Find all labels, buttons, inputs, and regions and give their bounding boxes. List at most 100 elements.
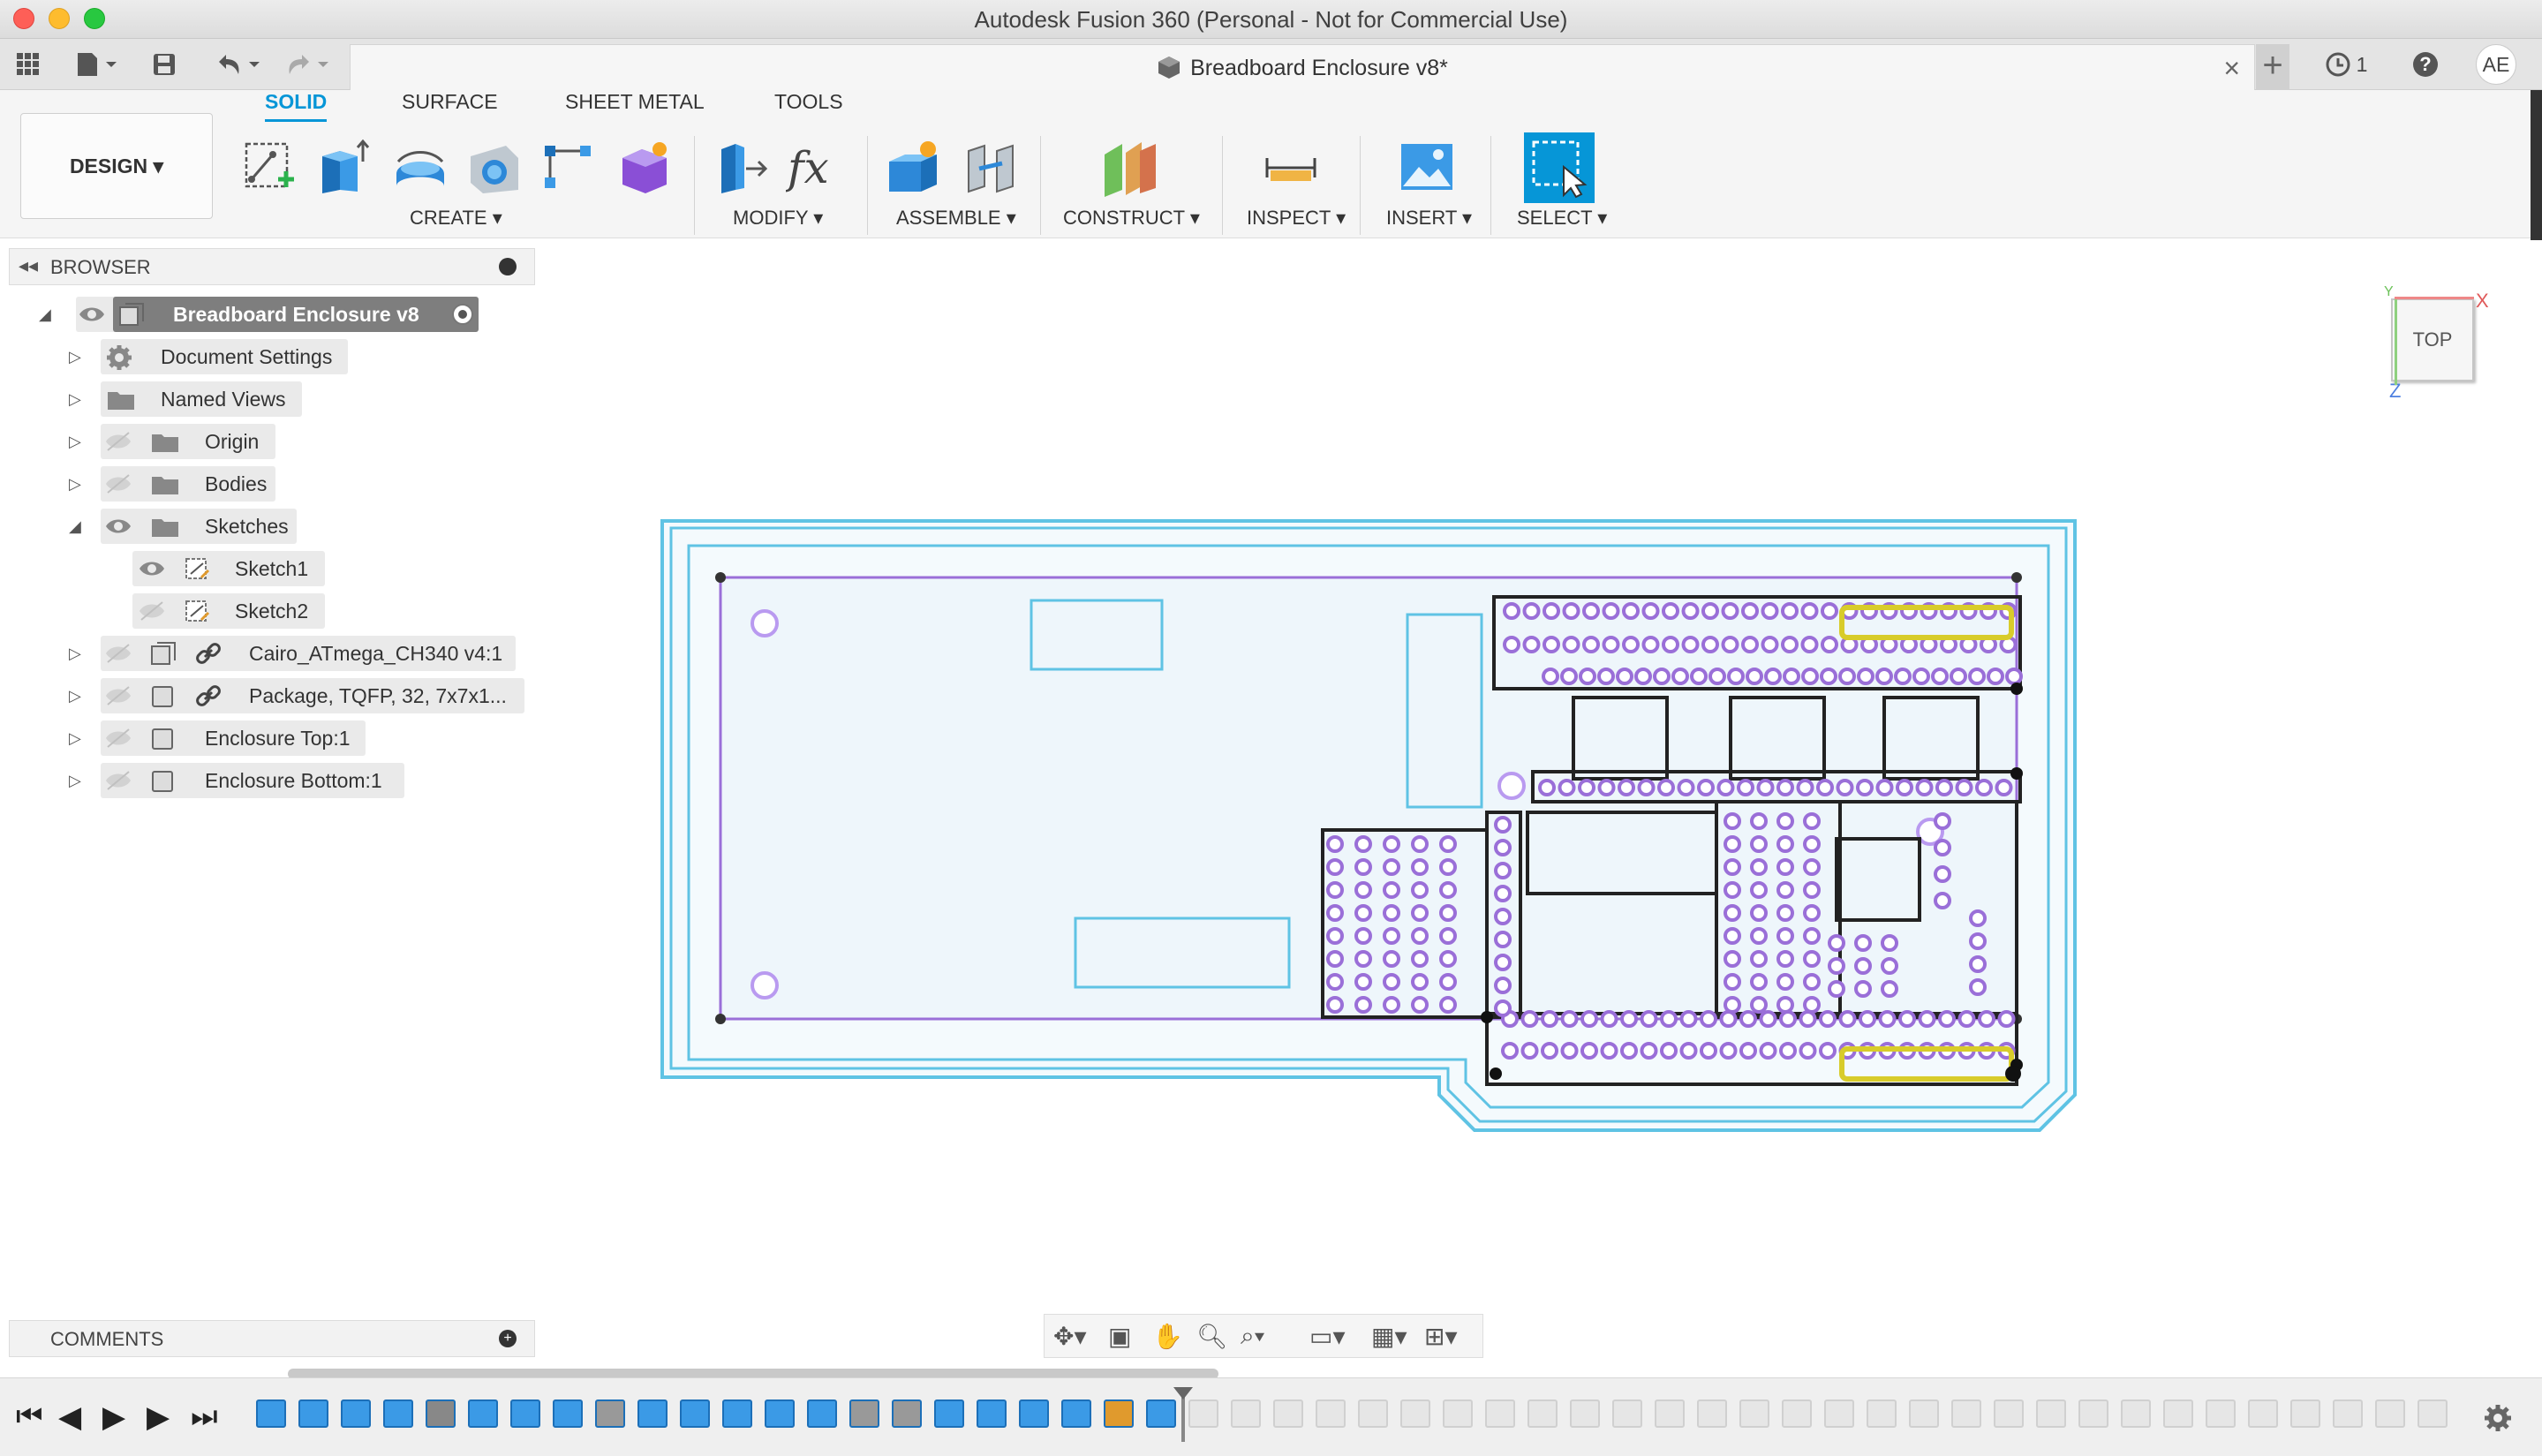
timeline-feature-icon[interactable] — [1231, 1399, 1261, 1428]
help-button[interactable]: ? — [2409, 48, 2442, 81]
browser-item-enclosure-bottom[interactable]: ▷ Enclosure Bottom:1 — [62, 761, 433, 800]
expand-triangle-icon[interactable]: ▷ — [69, 348, 81, 366]
inspect-menu[interactable]: INSPECT ▾ — [1247, 207, 1346, 230]
timeline-feature-icon[interactable] — [849, 1399, 879, 1428]
redo-icon[interactable] — [279, 48, 336, 81]
visibility-eye-icon[interactable] — [138, 558, 166, 579]
insert-menu[interactable]: INSERT ▾ — [1386, 207, 1472, 230]
timeline-feature-icon[interactable] — [2333, 1399, 2363, 1428]
timeline-feature-icon[interactable] — [2078, 1399, 2108, 1428]
add-comment-icon[interactable]: + — [499, 1330, 517, 1347]
timeline-feature-icon[interactable] — [2163, 1399, 2193, 1428]
measure-icon[interactable] — [1259, 136, 1323, 200]
timeline-feature-icon[interactable] — [1316, 1399, 1346, 1428]
expand-triangle-icon[interactable]: ▷ — [69, 645, 81, 663]
save-icon[interactable] — [148, 48, 180, 81]
data-panel-grid-icon[interactable] — [12, 48, 44, 81]
timeline-feature-icon[interactable] — [1697, 1399, 1727, 1428]
browser-item-named-views[interactable]: ▷ Named Views — [62, 380, 327, 419]
timeline-feature-icon[interactable] — [1273, 1399, 1303, 1428]
timeline-feature-icon[interactable] — [934, 1399, 964, 1428]
play-icon[interactable]: ▶ — [102, 1399, 125, 1435]
joint-icon[interactable] — [959, 136, 1022, 200]
hidden-eye-icon[interactable] — [104, 643, 132, 664]
timeline-feature-icon[interactable] — [1570, 1399, 1600, 1428]
go-to-end-icon[interactable]: ⏭ — [191, 1399, 218, 1434]
timeline-feature-icon[interactable] — [298, 1399, 328, 1428]
timeline-feature-icon[interactable] — [1485, 1399, 1515, 1428]
timeline-feature-icon[interactable] — [1188, 1399, 1218, 1428]
timeline-feature-icon[interactable] — [1358, 1399, 1388, 1428]
browser-item-origin[interactable]: ▷ Origin — [62, 422, 327, 461]
timeline-feature-icon[interactable] — [426, 1399, 456, 1428]
hole-icon[interactable] — [463, 136, 526, 200]
fit-zoom-icon[interactable]: ⌕▾ — [1241, 1322, 1264, 1351]
look-at-icon[interactable]: ▣ — [1108, 1322, 1131, 1351]
grid-settings-icon[interactable]: ▦▾ — [1371, 1322, 1407, 1351]
timeline-feature-icon[interactable] — [1951, 1399, 1981, 1428]
timeline-feature-icon[interactable] — [1612, 1399, 1642, 1428]
browser-item-enclosure-top[interactable]: ▷ Enclosure Top:1 — [62, 719, 415, 758]
tab-sheet-metal[interactable]: SHEET METAL — [565, 90, 705, 122]
tab-solid[interactable]: SOLID — [265, 90, 328, 122]
timeline-feature-icon[interactable] — [595, 1399, 625, 1428]
timeline-position-marker[interactable] — [1173, 1387, 1193, 1442]
timeline-feature-icon[interactable] — [1061, 1399, 1091, 1428]
hidden-eye-icon[interactable] — [104, 770, 132, 791]
close-tab-icon[interactable]: × — [2223, 52, 2240, 85]
browser-item-bodies[interactable]: ▷ Bodies — [62, 464, 327, 503]
visibility-eye-icon[interactable] — [78, 304, 106, 325]
zoom-icon[interactable]: 🔍︎ — [1196, 1322, 1228, 1351]
job-status-button[interactable]: 1 — [2315, 48, 2377, 81]
browser-item-sketch1[interactable]: Sketch1 — [132, 549, 344, 588]
timeline-feature-icon[interactable] — [1104, 1399, 1134, 1428]
undo-icon[interactable] — [210, 48, 267, 81]
orbit-icon[interactable]: ✥▾ — [1053, 1322, 1087, 1351]
create-form-icon[interactable] — [613, 136, 676, 200]
expand-triangle-icon[interactable]: ▷ — [69, 772, 81, 790]
browser-item-sketches[interactable]: ◢ Sketches — [62, 507, 327, 546]
modify-menu[interactable]: MODIFY ▾ — [733, 207, 823, 230]
view-cube-face[interactable]: TOP — [2413, 328, 2453, 351]
insert-canvas-icon[interactable] — [1395, 136, 1459, 200]
timeline-feature-icon[interactable] — [553, 1399, 583, 1428]
timeline-feature-icon[interactable] — [383, 1399, 413, 1428]
timeline-feature-icon[interactable] — [2248, 1399, 2278, 1428]
press-pull-icon[interactable] — [710, 136, 773, 200]
timeline-feature-icon[interactable] — [807, 1399, 837, 1428]
hidden-eye-icon[interactable] — [104, 685, 132, 706]
pcb-sketch-view[interactable] — [547, 247, 2525, 1342]
timeline-feature-icon[interactable] — [1655, 1399, 1685, 1428]
expand-triangle-icon[interactable]: ▷ — [69, 433, 81, 451]
timeline-feature-icon[interactable] — [341, 1399, 371, 1428]
design-canvas[interactable] — [547, 247, 2525, 1342]
timeline-feature-icon[interactable] — [892, 1399, 922, 1428]
workspace-switcher[interactable]: DESIGN ▾ — [20, 113, 213, 219]
browser-item-root[interactable]: ◢ Breadboard Enclosure v8 — [35, 295, 494, 334]
tab-surface[interactable]: SURFACE — [402, 90, 498, 122]
construct-menu[interactable]: CONSTRUCT ▾ — [1063, 207, 1200, 230]
hidden-eye-icon[interactable] — [104, 431, 132, 452]
timeline-feature-icon[interactable] — [2375, 1399, 2405, 1428]
document-tab[interactable]: Breadboard Enclosure v8* × — [350, 44, 2255, 90]
pan-hand-icon[interactable]: ✋ — [1152, 1322, 1183, 1351]
new-tab-button[interactable]: + — [2256, 44, 2289, 90]
timeline-feature-icon[interactable] — [2036, 1399, 2066, 1428]
timeline-feature-icon[interactable] — [722, 1399, 752, 1428]
timeline-feature-icon[interactable] — [468, 1399, 498, 1428]
timeline-feature-icon[interactable] — [1994, 1399, 2024, 1428]
collapse-browser-icon[interactable]: ◂◂ — [19, 254, 38, 277]
timeline-feature-icon[interactable] — [1909, 1399, 1939, 1428]
create-sketch-icon[interactable] — [237, 136, 300, 200]
browser-options-icon[interactable] — [499, 258, 517, 275]
browser-header[interactable]: ◂◂ BROWSER — [9, 248, 535, 285]
timeline-feature-icon[interactable] — [1019, 1399, 1049, 1428]
view-cube[interactable]: TOP — [2391, 298, 2474, 381]
comments-panel[interactable]: COMMENTS + — [9, 1320, 535, 1357]
select-icon[interactable] — [1524, 132, 1595, 203]
expand-triangle-icon[interactable]: ▷ — [69, 729, 81, 748]
new-component-icon[interactable] — [881, 136, 945, 200]
timeline-feature-icon[interactable] — [1400, 1399, 1430, 1428]
timeline-feature-icon[interactable] — [2206, 1399, 2236, 1428]
display-settings-icon[interactable]: ▭▾ — [1309, 1322, 1346, 1351]
